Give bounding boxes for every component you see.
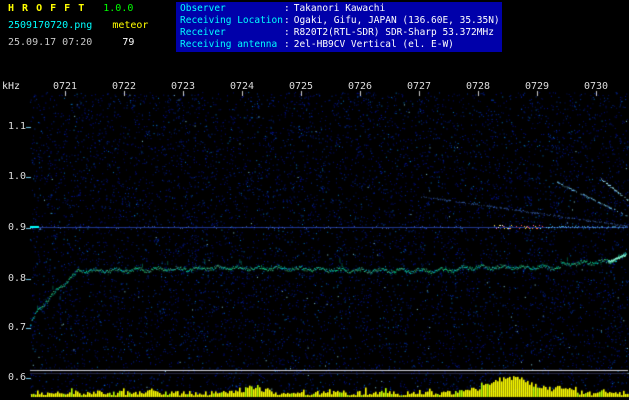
x-tick-label: 0729: [524, 81, 550, 92]
x-tick-label: 0721: [52, 81, 78, 92]
info-panel: Observer: Takanori Kawachi Receiving Loca…: [176, 2, 502, 52]
y-tick-label: 0.6: [7, 372, 26, 383]
x-tick-label: 0728: [465, 81, 491, 92]
y-tick-label: 0.8: [7, 273, 26, 284]
app-title: H R O F F T: [8, 3, 86, 14]
info-separator: :: [284, 3, 290, 14]
info-label: Observer: [180, 3, 226, 14]
info-separator: :: [284, 15, 290, 26]
info-label: Receiver: [180, 27, 226, 38]
header: H R O F F T 1.0.0 2509170720.png meteor …: [0, 0, 629, 78]
info-label: Receiving Location: [180, 15, 283, 26]
echo-count: 79: [122, 37, 135, 48]
title-line: H R O F F T 1.0.0: [8, 3, 176, 20]
y-axis-unit-label: kHz: [2, 81, 21, 92]
x-tick-label: 0723: [170, 81, 196, 92]
info-row-location: Receiving Location: Ogaki, Gifu, JAPAN (1…: [180, 15, 500, 27]
time-line: 25.09.17 07:20 79: [8, 37, 176, 54]
app-version: 1.0.0: [103, 3, 134, 14]
spectrogram: kHz 0721 0722 0723 0724 0725 0726 0727 0728 0729…: [0, 78, 629, 400]
y-tick-label: 0.7: [7, 322, 26, 333]
x-tick-label: 0722: [111, 81, 137, 92]
x-tick-label: 0725: [288, 81, 314, 92]
info-row-receiver: Receiver: R820T2(RTL-SDR) SDR-Sharp 53.37…: [180, 27, 498, 39]
file-line: 2509170720.png meteor: [8, 20, 176, 37]
info-value: Takanori Kawachi: [293, 3, 386, 14]
info-row-antenna: Receiving antenna:2el-HB9CV Vertical (el…: [180, 39, 498, 51]
info-row-observer: Observer: Takanori Kawachi: [180, 3, 498, 15]
header-left: H R O F F T 1.0.0 2509170720.png meteor …: [8, 3, 176, 54]
x-tick-label: 0724: [229, 81, 255, 92]
info-value: R820T2(RTL-SDR) SDR-Sharp 53.372MHz: [293, 27, 494, 38]
hrofft-window: H R O F F T 1.0.0 2509170720.png meteor …: [0, 0, 629, 400]
mode-label: meteor: [112, 20, 149, 31]
x-tick-label: 0727: [406, 81, 432, 92]
info-label: Receiving antenna: [180, 39, 278, 50]
spectrogram-canvas: [0, 78, 629, 400]
y-tick-label: 1.1: [7, 121, 26, 132]
info-separator: :: [284, 39, 290, 50]
y-tick-label: 1.0: [7, 171, 26, 182]
info-value: Ogaki, Gifu, JAPAN (136.60E, 35.35N): [293, 15, 500, 26]
y-tick-label: 0.9: [7, 222, 26, 233]
x-tick-label: 0726: [347, 81, 373, 92]
x-tick-label: 0730: [583, 81, 609, 92]
record-datetime: 25.09.17 07:20: [8, 37, 93, 48]
info-separator: :: [284, 27, 290, 38]
output-filename: 2509170720.png: [8, 20, 93, 31]
info-value: 2el-HB9CV Vertical (el. E-W): [293, 39, 454, 50]
